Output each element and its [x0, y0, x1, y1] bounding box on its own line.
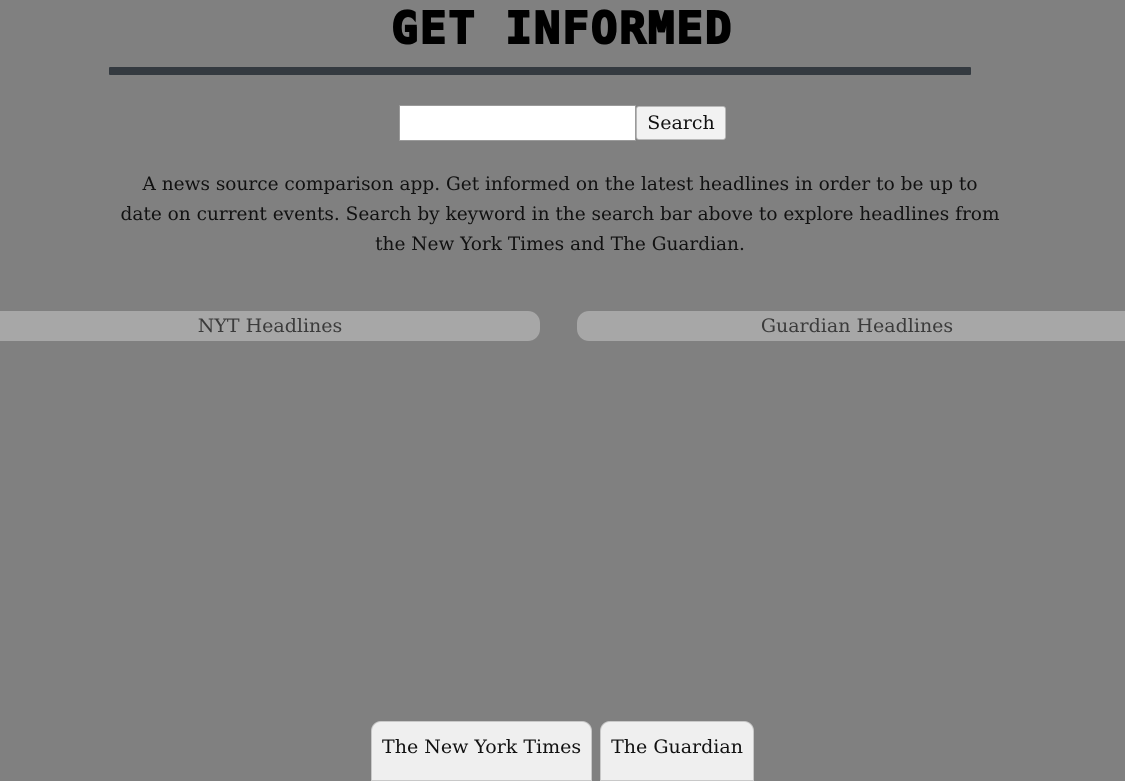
- nyt-headlines-header: NYT Headlines: [0, 311, 540, 341]
- source-tabs: The New York Times The Guardian: [0, 721, 1125, 781]
- nyt-source-button[interactable]: The New York Times: [371, 721, 593, 781]
- search-form: Search: [0, 105, 1125, 141]
- search-input[interactable]: [399, 105, 637, 141]
- search-button[interactable]: Search: [636, 106, 726, 140]
- page-title: GET INFORMED: [391, 2, 734, 55]
- guardian-headlines-header: Guardian Headlines: [577, 311, 1125, 341]
- guardian-source-button[interactable]: The Guardian: [600, 721, 754, 781]
- app-description: A news source comparison app. Get inform…: [120, 174, 1000, 255]
- title-divider: [109, 67, 971, 75]
